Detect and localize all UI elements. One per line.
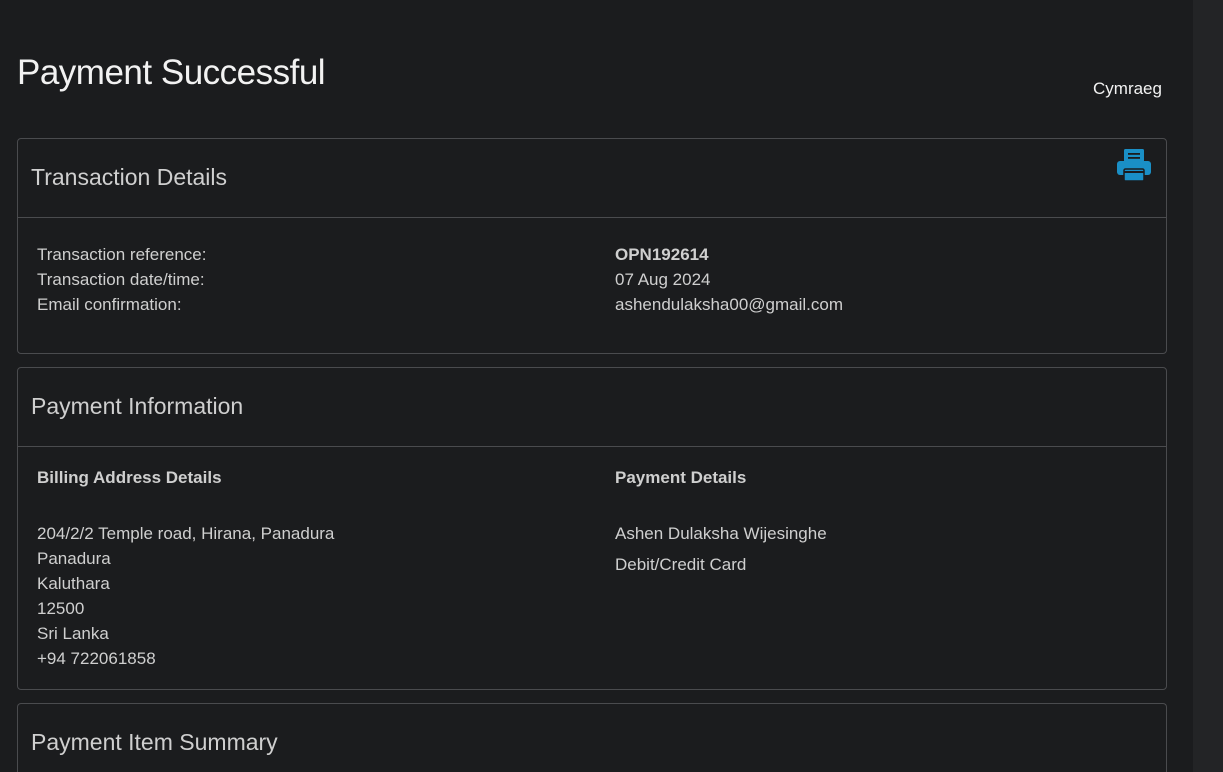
- transaction-details-heading: Transaction Details: [18, 139, 1166, 218]
- payment-method: Debit/Credit Card: [615, 555, 747, 574]
- email-confirmation-value: ashendulaksha00@gmail.com: [615, 295, 843, 314]
- billing-address-line: 12500: [37, 599, 85, 618]
- billing-address-line: 204/2/2 Temple road, Hirana, Panadura: [37, 524, 335, 543]
- payment-information-title: Payment Information: [31, 393, 244, 419]
- billing-address-line: +94 722061858: [37, 649, 156, 668]
- payer-name: Ashen Dulaksha Wijesinghe: [615, 524, 827, 543]
- page: Payment Successful Cymraeg Transaction D…: [0, 0, 1223, 772]
- printer-icon[interactable]: [1116, 148, 1152, 182]
- payment-details-title: Payment Details: [615, 468, 747, 487]
- scrollbar[interactable]: [1193, 0, 1223, 772]
- payment-item-summary-heading: Payment Item Summary: [18, 704, 1166, 772]
- page-title: Payment Successful: [17, 53, 326, 92]
- payment-item-summary-panel: Payment Item Summary: [17, 703, 1167, 772]
- email-confirmation-label: Email confirmation:: [37, 295, 182, 314]
- payment-information-heading: Payment Information: [18, 368, 1166, 447]
- billing-address-title: Billing Address Details: [37, 468, 222, 487]
- payment-information-panel: Payment Information Billing Address Deta…: [17, 367, 1167, 690]
- transaction-reference-label: Transaction reference:: [37, 245, 207, 264]
- transaction-datetime-label: Transaction date/time:: [37, 270, 205, 289]
- transaction-details-panel: Transaction Details Transaction referenc…: [17, 138, 1167, 354]
- billing-address-line: Sri Lanka: [37, 624, 109, 643]
- payment-item-summary-title: Payment Item Summary: [31, 729, 278, 755]
- transaction-reference-value: OPN192614: [615, 245, 709, 264]
- language-toggle-link[interactable]: Cymraeg: [1093, 79, 1162, 99]
- billing-address-line: Panadura: [37, 549, 111, 568]
- transaction-datetime-value: 07 Aug 2024: [615, 270, 711, 289]
- billing-address-line: Kaluthara: [37, 574, 110, 593]
- transaction-details-title: Transaction Details: [31, 164, 228, 190]
